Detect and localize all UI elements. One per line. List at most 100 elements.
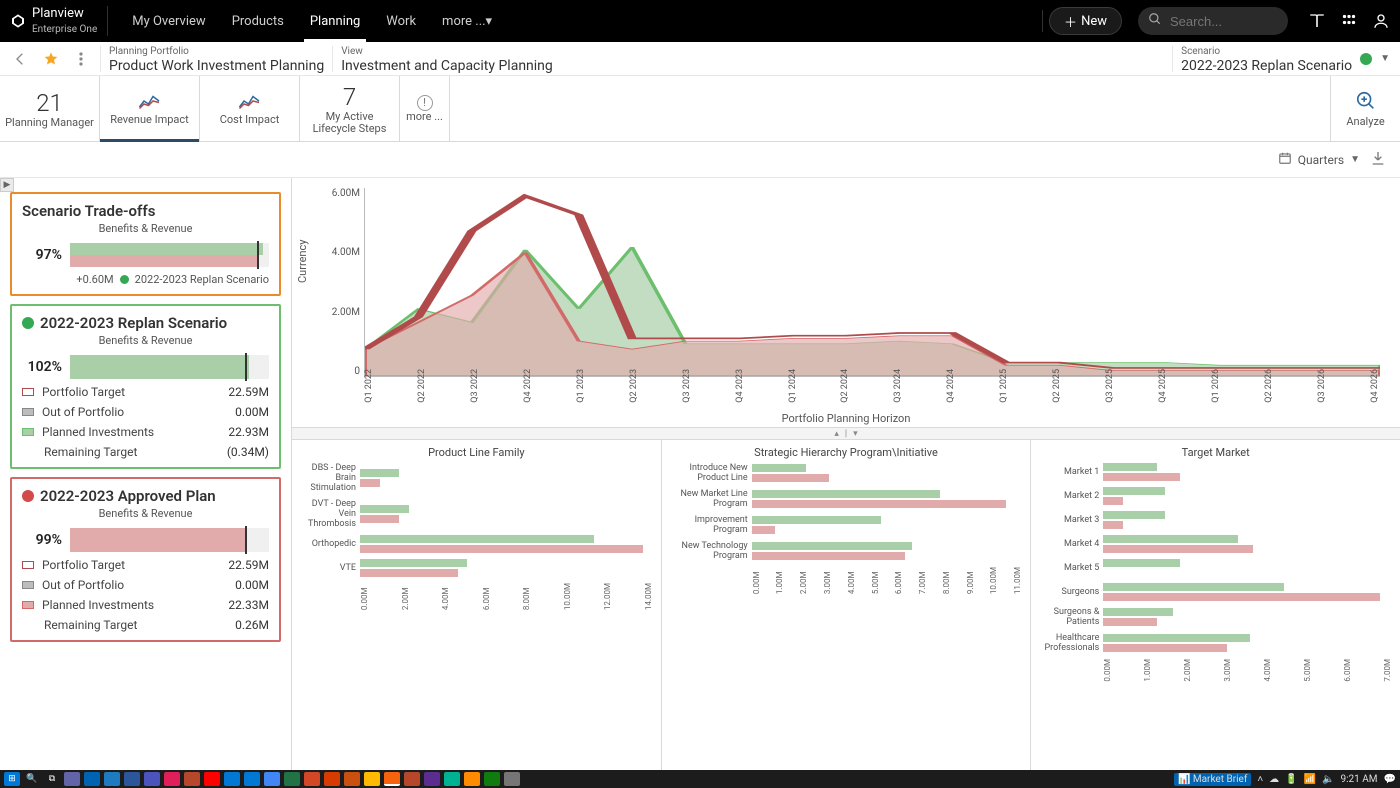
app-icon[interactable] <box>404 772 420 786</box>
chart-product-line[interactable]: Product Line Family DBS - Deep Brain Sti… <box>292 440 662 770</box>
planview-logo-icon <box>10 13 26 29</box>
apps-icon[interactable] <box>1340 12 1358 30</box>
app-icon[interactable] <box>424 772 440 786</box>
tray-battery-icon[interactable]: 🔋 <box>1285 774 1297 785</box>
replan-pct: 102% <box>22 359 62 375</box>
taskbar-search-icon[interactable]: 🔍 <box>24 772 40 786</box>
chart-splitter[interactable]: ▴|▾ <box>292 428 1400 440</box>
nav-tab-work[interactable]: Work <box>374 0 428 42</box>
app-icon[interactable] <box>104 772 120 786</box>
bar-group: Improvement Program <box>670 515 1023 535</box>
card-tradeoffs[interactable]: Scenario Trade-offs Benefits & Revenue 9… <box>10 192 281 296</box>
nav-tab-planning[interactable]: Planning <box>298 0 372 42</box>
tray-cloud-icon[interactable]: ☁ <box>1269 774 1279 785</box>
x-axis-ticks: Q1 2022Q2 2022Q3 2022Q4 2022Q1 2023Q2 20… <box>364 369 1380 403</box>
swatch-icon <box>22 408 34 416</box>
card-title: 2022-2023 Replan Scenario <box>22 314 269 332</box>
app-icon[interactable] <box>444 772 460 786</box>
powerpoint-icon[interactable] <box>324 772 340 786</box>
app-icon[interactable] <box>244 772 260 786</box>
card-title: 2022-2023 Approved Plan <box>22 487 269 505</box>
chevron-down-icon: ▼ <box>1350 154 1360 165</box>
chrome-icon[interactable] <box>384 772 400 786</box>
revenue-chart-icon <box>138 92 162 114</box>
bar-group: Healthcare Professionals <box>1039 633 1392 653</box>
tradeoffs-bar <box>70 243 269 267</box>
tray-clock[interactable]: 9:21 AM <box>1341 774 1378 785</box>
tile-cost-impact[interactable]: Cost Impact <box>200 76 300 141</box>
bar-group: Market 2 <box>1039 487 1392 505</box>
folder-icon[interactable] <box>364 772 380 786</box>
app-icon[interactable] <box>184 772 200 786</box>
tile-planning-manager[interactable]: 21 Planning Manager <box>0 76 100 141</box>
edge-icon[interactable] <box>84 772 100 786</box>
chart-target-market[interactable]: Target Market Market 1Market 2Market 3Ma… <box>1031 440 1400 770</box>
y-axis-label: Currency <box>296 239 309 282</box>
metric-row: Remaining Target(0.34M) <box>22 445 269 459</box>
scenario-sidebar: ▶ Scenario Trade-offs Benefits & Revenue… <box>0 178 292 770</box>
collapse-sidebar-icon[interactable]: ▶ <box>0 178 14 192</box>
app-icon[interactable] <box>504 772 520 786</box>
tile-analyze[interactable]: Analyze <box>1330 76 1400 141</box>
brand-logo[interactable]: PlanviewEnterprise One <box>10 6 108 36</box>
firefox-icon[interactable] <box>464 772 480 786</box>
portfolio-crumb[interactable]: Planning Portfolio Product Work Investme… <box>109 45 324 73</box>
book-icon[interactable] <box>1308 12 1326 30</box>
card-approved-plan[interactable]: 2022-2023 Approved Plan Benefits & Reven… <box>10 477 281 642</box>
windows-taskbar[interactable]: ⊞ 🔍 ⧉ 📊 Market Brief ˄ ☁ 🔋 📶 🔈 9:21 AM 💬 <box>0 770 1400 788</box>
search-input[interactable] <box>1168 13 1268 30</box>
tile-revenue-impact[interactable]: Revenue Impact <box>100 76 200 141</box>
app-icon[interactable] <box>304 772 320 786</box>
star-icon[interactable] <box>40 48 62 70</box>
x-axis-label: Portfolio Planning Horizon <box>292 412 1400 425</box>
bar-group: VTE <box>300 559 653 577</box>
tray-chevron-icon[interactable]: ˄ <box>1257 774 1263 785</box>
tray-volume-icon[interactable]: 🔈 <box>1322 774 1334 785</box>
search-box[interactable] <box>1138 7 1288 35</box>
card-replan-scenario[interactable]: 2022-2023 Replan Scenario Benefits & Rev… <box>10 304 281 469</box>
tile-lifecycle-steps[interactable]: 7 My Active Lifecycle Steps <box>300 76 400 141</box>
nav-tab-overview[interactable]: My Overview <box>120 0 217 42</box>
charts-area: Currency 6.00M4.00M2.00M0 Q1 2022Q2 2022… <box>292 178 1400 770</box>
tray-wifi-icon[interactable]: 📶 <box>1304 774 1316 785</box>
app-icon[interactable] <box>224 772 240 786</box>
app-icon[interactable] <box>344 772 360 786</box>
user-icon[interactable] <box>1372 12 1390 30</box>
approved-pct: 99% <box>22 532 62 548</box>
download-icon[interactable] <box>1370 150 1386 169</box>
taskview-icon[interactable]: ⧉ <box>44 772 60 786</box>
tray-notifications-icon[interactable]: 💬 <box>1384 774 1396 785</box>
nav-tab-more[interactable]: more ...▾ <box>430 0 504 42</box>
bar-group: New Market Line Program <box>670 489 1023 509</box>
word-icon[interactable] <box>124 772 140 786</box>
x-axis-ticks: 0.00M2.00M4.00M6.00M8.00M10.00M12.00M14.… <box>360 583 653 610</box>
news-widget[interactable]: 📊 Market Brief <box>1174 773 1251 786</box>
bar-group: Market 4 <box>1039 535 1392 553</box>
new-button[interactable]: ＋New <box>1049 7 1122 35</box>
tile-more[interactable]: ! more ... <box>400 76 450 141</box>
app-icon[interactable] <box>204 772 220 786</box>
replan-bar <box>70 355 269 379</box>
scenario-picker[interactable]: Scenario 2022-2023 Replan Scenario ▼ <box>1181 45 1390 73</box>
app-icon[interactable] <box>164 772 180 786</box>
app-icon[interactable] <box>144 772 160 786</box>
view-crumb[interactable]: View Investment and Capacity Planning <box>341 45 553 73</box>
app-icon[interactable] <box>484 772 500 786</box>
scenario-status-dot-icon <box>1360 53 1372 65</box>
app-icon[interactable] <box>264 772 280 786</box>
teams-icon[interactable] <box>64 772 80 786</box>
chart-title: Strategic Hierarchy Program\Initiative <box>670 446 1023 459</box>
nav-tab-products[interactable]: Products <box>220 0 296 42</box>
status-dot-icon <box>22 490 34 502</box>
chart-strategic-hierarchy[interactable]: Strategic Hierarchy Program\Initiative I… <box>662 440 1032 770</box>
excel-icon[interactable] <box>284 772 300 786</box>
swatch-icon <box>22 601 34 609</box>
tradeoffs-delta: +0.60M 2022-2023 Replan Scenario <box>22 273 269 286</box>
bar-group: Surgeons & Patients <box>1039 607 1392 627</box>
bar-group: DBS - Deep Brain Stimulation <box>300 463 653 493</box>
period-picker[interactable]: Quarters ▼ <box>1278 151 1360 168</box>
kebab-icon[interactable] <box>70 48 92 70</box>
start-icon[interactable]: ⊞ <box>4 772 20 786</box>
main-area-chart[interactable]: Currency 6.00M4.00M2.00M0 Q1 2022Q2 2022… <box>292 178 1400 428</box>
back-icon[interactable] <box>10 48 32 70</box>
